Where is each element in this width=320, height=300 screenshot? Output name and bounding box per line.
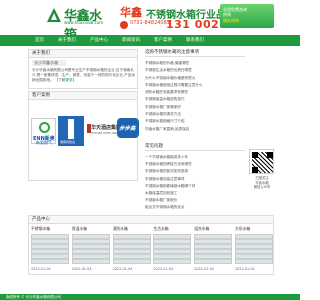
about-panel: 关于我们 长沙华鑫水箱 长沙华鑫水箱有限公司是专业生产不锈钢水箱的企业,位于湖南… — [28, 49, 138, 89]
about-text: 长沙华鑫水箱有限公司是专业生产不锈钢水箱的企业,位于湖南长沙,是一家集研发、生产… — [32, 68, 136, 83]
products-panel: 产品中心 不锈钢水箱 2022-01-04 保温水箱 2022-01-04 消防… — [28, 215, 274, 275]
about-body: 长沙华鑫水箱有限公司是专业生产不锈钢水箱的企业,位于湖南长沙,是一家集研发、生产… — [32, 68, 135, 82]
bubugao-text: 步步高 — [119, 126, 136, 132]
promo-text: 全国免费咨询 热线 — [223, 7, 247, 17]
product-image — [153, 234, 192, 264]
logo-url: www.huaxin88.com — [64, 20, 104, 25]
about-more-link[interactable]: 【了解更多】 — [55, 78, 77, 82]
product-name: 不锈钢水箱 — [31, 226, 50, 231]
brand-phone: 0731-84824081 — [130, 20, 170, 26]
nav-about[interactable]: 关于我们 — [51, 35, 83, 46]
clients-panel: 客户案例 ENN新奥 新奥燃气 湖南省建设 华天酒店集团 HUATIAN HOT… — [28, 91, 139, 181]
product-date: 2022-01-04 — [71, 267, 92, 271]
faq-item[interactable]: 不锈钢水箱安装注意事项 — [145, 176, 245, 183]
product-date: 2022-01-04 — [153, 267, 174, 271]
qr-caption-1: 扫描关注 — [255, 176, 269, 180]
product-row: 不锈钢水箱 2022-01-04 保温水箱 2022-01-04 消防水箱 20… — [31, 226, 273, 274]
product-name: 生活水箱 — [153, 226, 169, 231]
product-card[interactable]: 生活水箱 2022-01-04 — [153, 226, 192, 274]
news-list: 不锈钢水箱的价格,偏重哪些 不锈钢生活水箱的优势在哪里 为什么不锈钢水箱价格差别… — [145, 60, 245, 133]
hotline-promo[interactable]: 全国免费咨询 热线 服务热线 — [220, 4, 274, 28]
news-item[interactable]: 华鑫水箱厂家直销,品质保证 — [145, 126, 245, 133]
client-logo-bubugao[interactable]: 步步高 — [117, 118, 139, 138]
enn-ring-icon — [39, 122, 50, 133]
qr-caption: 扫描关注 华鑫水箱 微信公众号 — [249, 176, 275, 190]
news-item[interactable]: 不锈钢水箱的清洗方法 — [145, 111, 245, 118]
product-date: 2022-01-04 — [194, 267, 214, 271]
news-title: 选购不锈钢水箱的注意事项 — [145, 49, 245, 57]
product-image — [71, 234, 110, 264]
site-logo[interactable]: 华鑫水箱 www.huaxin88.com — [46, 5, 110, 43]
faq-item[interactable]: 一个不锈钢水箱能用多少年 — [145, 154, 245, 161]
qr-caption-2: 华鑫水箱 — [255, 180, 269, 185]
footer-bar: 版权所有 © 长沙华鑫水箱有限公司 — [0, 294, 300, 300]
product-name: 方形水箱 — [234, 226, 251, 231]
client-logo-enn[interactable]: ENN新奥 新奥燃气 — [31, 118, 56, 145]
nav-news[interactable]: 新闻资讯 — [115, 35, 147, 46]
product-card[interactable]: 方形水箱 2022-01-04 — [234, 226, 273, 274]
brand-prefix: 华鑫 — [120, 6, 142, 19]
nav-contact[interactable]: 联系我们 — [179, 35, 211, 46]
about-title: 关于我们 — [29, 50, 137, 58]
about-image: 长沙华鑫水箱 — [32, 60, 66, 66]
news-panel: 选购不锈钢水箱的注意事项 不锈钢水箱的价格,偏重哪些 不锈钢生活水箱的优势在哪里… — [145, 49, 245, 139]
building-icon — [68, 119, 74, 139]
faq-item[interactable]: 不锈钢水箱的焊接方法有哪些 — [145, 161, 245, 168]
promo-sub: 服务热线 — [223, 18, 239, 23]
nav-cases[interactable]: 客户案例 — [147, 35, 179, 46]
product-date: 2022-01-04 — [31, 267, 51, 271]
faq-item[interactable]: 不锈钢水箱和玻璃钢水箱哪个好 — [145, 183, 245, 190]
product-image — [31, 234, 69, 264]
faq-item[interactable]: 不锈钢水箱的板材如何选择 — [145, 168, 245, 175]
client-logo-building[interactable]: 湖南省建设 — [58, 116, 84, 146]
building-label: 湖南省建设 — [60, 140, 76, 144]
client-logos: ENN新奥 新奥燃气 湖南省建设 华天酒店集团 HUATIAN HOTEL GR… — [31, 102, 139, 180]
product-name: 消防水箱 — [112, 226, 128, 231]
nav-home[interactable]: 首页 — [28, 35, 51, 46]
product-name: 组合水箱 — [194, 226, 210, 231]
faq-item[interactable]: 组合式不锈钢水箱的优点 — [145, 204, 245, 211]
logo-mark-icon — [47, 8, 61, 22]
news-item[interactable]: 不锈钢水箱使用过程中需要注意什么 — [145, 82, 245, 89]
product-card[interactable]: 消防水箱 2022-01-04 — [112, 226, 151, 274]
promo-line-2: 热线 — [223, 12, 231, 17]
product-card[interactable]: 不锈钢水箱 2022-01-04 — [31, 226, 69, 274]
news-item[interactable]: 不锈钢水箱规格尺寸介绍 — [145, 118, 245, 125]
qr-code-icon — [252, 152, 273, 173]
news-item[interactable]: 不锈钢水箱的价格,偏重哪些 — [145, 60, 245, 67]
product-card[interactable]: 保温水箱 2022-01-04 — [71, 226, 110, 274]
faq-list: 一个不锈钢水箱能用多少年 不锈钢水箱的焊接方法有哪些 不锈钢水箱的板材如何选择 … — [145, 154, 245, 212]
faq-item[interactable]: 水箱保温层如何施工 — [145, 190, 245, 197]
news-item[interactable]: 不锈钢水箱厂家哪家好 — [145, 104, 245, 111]
faq-item[interactable]: 不锈钢水箱厂家报价 — [145, 197, 245, 204]
product-date: 2022-01-04 — [234, 267, 255, 271]
site-header: 华鑫水箱 www.huaxin88.com 华鑫 不锈钢水箱行业品牌厂家 073… — [0, 0, 300, 43]
nav-products[interactable]: 产品中心 — [83, 35, 115, 46]
news-item[interactable]: 为什么不锈钢水箱价格差别很大 — [145, 75, 245, 82]
product-image — [194, 234, 233, 264]
footer-text: 版权所有 © 长沙华鑫水箱有限公司 — [6, 295, 61, 299]
main-nav: 首页 关于我们 产品中心 新闻资讯 客户案例 联系我们 — [0, 35, 300, 46]
news-item[interactable]: 不锈钢保温水箱选购技巧 — [145, 96, 245, 103]
qr-caption-3: 微信公众号 — [253, 185, 271, 190]
phone-icon — [120, 21, 128, 29]
product-image — [112, 234, 151, 264]
qr-code — [249, 149, 274, 174]
clients-title: 客户案例 — [29, 92, 137, 100]
product-card[interactable]: 组合水箱 2022-01-04 — [194, 226, 233, 274]
faq-panel: 常见问题 一个不锈钢水箱能用多少年 不锈钢水箱的焊接方法有哪些 不锈钢水箱的板材… — [145, 143, 245, 211]
product-name: 保温水箱 — [71, 226, 87, 231]
product-date: 2022-01-04 — [112, 267, 133, 271]
enn-sub: 新奥燃气 — [36, 140, 52, 145]
news-item[interactable]: 不锈钢生活水箱的优势在哪里 — [145, 67, 245, 74]
faq-title: 常见问题 — [145, 143, 245, 151]
products-title: 产品中心 — [29, 216, 273, 224]
news-item[interactable]: 消防水箱的安装要求有哪些 — [145, 89, 245, 96]
client-logo-hotel[interactable]: 华天酒店集团 HUATIAN HOTEL GROUP — [87, 122, 121, 138]
product-image — [234, 234, 273, 264]
